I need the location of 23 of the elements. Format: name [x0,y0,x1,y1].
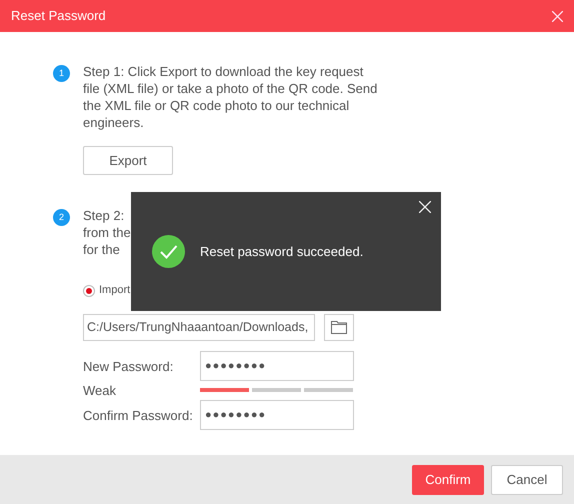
confirm-password-field[interactable]: ●●●●●●●● [200,400,354,430]
step-number: 2 [53,209,70,226]
field-label: New Password: [83,358,174,374]
toast-message: Reset password succeeded. [200,242,364,261]
browse-button[interactable] [324,314,354,341]
check-icon [152,235,185,268]
confirm-button[interactable]: Confirm [412,464,484,494]
export-button[interactable]: Export [83,146,173,175]
field-label: Confirm Password: [83,406,194,424]
window-title: Reset Password [11,7,106,26]
file-path-field[interactable]: C:/Users/TrungNhaaantoan/Downloads, [83,314,315,341]
radio-label: Import [99,283,130,298]
radio-button[interactable] [83,284,95,296]
step-instruction: Step 1: Click Export to download the key request file (XML file) or take a photo of the QR code. Send the XML file or QR code photo to our technical engineers. [83,63,378,131]
step-number: 1 [53,65,70,82]
folder-icon [331,321,347,334]
new-password-field[interactable]: ●●●●●●●● [200,351,354,381]
close-icon[interactable] [419,201,431,213]
strength-label: Weak [83,382,117,398]
cancel-button[interactable]: Cancel [491,464,563,494]
step-instruction: from the [83,224,131,241]
step-instruction: for the [83,241,120,258]
step-instruction: Step 2: [83,207,124,224]
